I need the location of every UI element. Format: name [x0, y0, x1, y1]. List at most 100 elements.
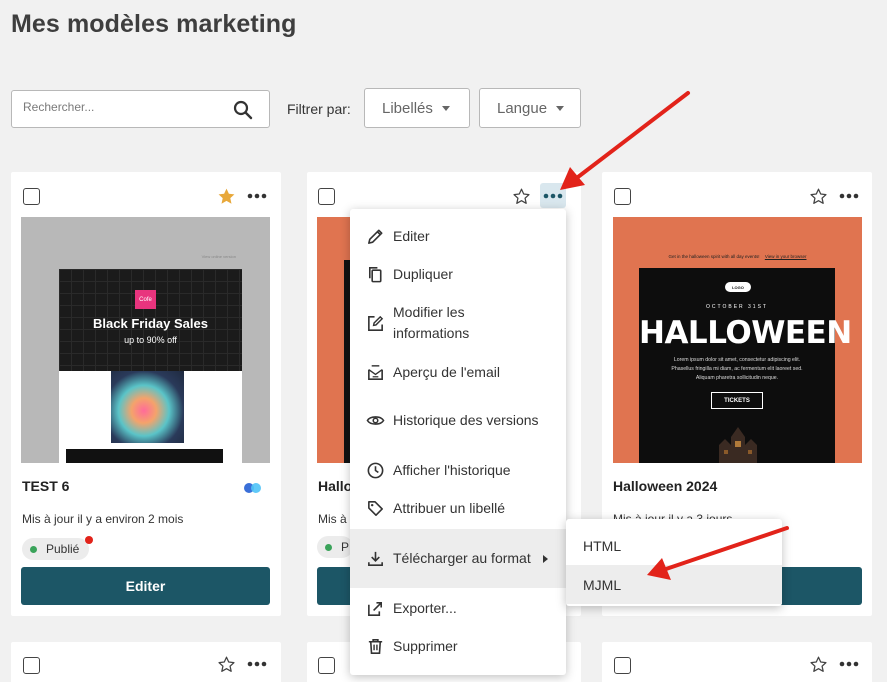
menu-item-supprimer[interactable]: Supprimer	[350, 627, 566, 665]
card-updated: Mis à	[318, 512, 347, 526]
card-updated: Mis à jour il y a environ 2 mois	[22, 512, 184, 526]
notification-dot	[85, 536, 93, 544]
select-checkbox[interactable]	[318, 188, 335, 205]
template-card[interactable]	[602, 642, 872, 682]
export-icon	[368, 601, 383, 616]
menu-item-exporter[interactable]: Exporter...	[350, 589, 566, 627]
menu-item-telecharger[interactable]: Télécharger au format	[350, 529, 566, 588]
menu-item-dupliquer[interactable]: Dupliquer	[350, 255, 566, 293]
select-checkbox[interactable]	[318, 657, 335, 674]
select-checkbox[interactable]	[614, 657, 631, 674]
template-thumbnail[interactable]: Get in the halloween spirit with all day…	[613, 217, 862, 463]
thumb-top-note: Get in the halloween spirit with all day…	[613, 254, 862, 259]
thumb-headline: HALLOWEEN	[639, 315, 852, 351]
search-input[interactable]	[23, 100, 223, 114]
thumb-date: OCTOBER 31ST	[706, 304, 768, 310]
thumb-top-link: View in your browser	[764, 254, 807, 259]
haunted-house-icon	[719, 427, 757, 463]
more-options-icon[interactable]	[839, 193, 859, 199]
status-dot	[325, 543, 332, 551]
trash-icon	[368, 638, 383, 654]
template-card[interactable]	[11, 642, 281, 682]
star-outline-icon[interactable]	[809, 187, 828, 206]
status-dot	[30, 545, 37, 553]
menu-item-label: Modifier les informations	[393, 304, 470, 341]
edit-button[interactable]: Editer	[21, 567, 270, 605]
menu-item-label: Dupliquer	[393, 265, 453, 282]
email-preview-icon	[368, 364, 383, 380]
star-filled-icon[interactable]	[217, 187, 236, 206]
menu-item-attribuer-libelle[interactable]: Attribuer un libellé	[350, 489, 566, 527]
edit-square-icon	[368, 315, 384, 331]
more-options-button[interactable]	[540, 183, 566, 208]
thumb-headline: Black Friday Sales	[93, 316, 208, 331]
more-options-icon[interactable]	[247, 193, 267, 199]
card-title: Hallo	[318, 478, 353, 494]
clock-icon	[367, 462, 384, 478]
tag-icon	[368, 500, 383, 516]
menu-item-label: Exporter...	[393, 599, 457, 616]
star-outline-icon[interactable]	[217, 655, 236, 674]
menu-item-label: Editer	[393, 227, 430, 244]
star-outline-icon[interactable]	[512, 187, 531, 206]
thumb-subline: up to 90% off	[124, 335, 177, 345]
more-options-icon[interactable]	[839, 661, 859, 667]
menu-item-historique-versions[interactable]: Historique des versions	[350, 391, 566, 450]
thumb-product-area	[59, 371, 242, 463]
thumb-logo: Cofe	[135, 290, 156, 309]
menu-item-editer[interactable]: Editer	[350, 217, 566, 255]
search-box[interactable]	[11, 90, 270, 128]
star-outline-icon[interactable]	[809, 655, 828, 674]
thumb-dark-band	[66, 449, 223, 463]
more-options-icon[interactable]	[247, 661, 267, 667]
more-options-icon	[543, 193, 563, 199]
thumb-cta: TICKETS	[711, 392, 763, 409]
select-checkbox[interactable]	[23, 657, 40, 674]
menu-item-label: Supprimer	[393, 637, 458, 654]
labels-dropdown-label: Libellés	[382, 99, 433, 117]
menu-item-modifier-informations[interactable]: Modifier les informations	[350, 294, 566, 352]
thumb-product-image	[111, 371, 184, 443]
menu-item-label: Aperçu de l'email	[393, 363, 500, 380]
status-label: P	[341, 540, 350, 554]
copy-icon	[368, 266, 382, 282]
menu-item-label: Attribuer un libellé	[393, 499, 506, 516]
select-checkbox[interactable]	[614, 188, 631, 205]
select-checkbox[interactable]	[23, 188, 40, 205]
thumb-hero: LOGO OCTOBER 31ST HALLOWEEN Lorem ipsum …	[639, 268, 852, 463]
template-card[interactable]: View online version Cofe Black Friday Sa…	[11, 172, 281, 616]
context-menu: Editer Dupliquer Modifier les informatio…	[350, 209, 566, 675]
thumb-logo: LOGO	[725, 282, 751, 292]
thumb-body-1: Lorem ipsum dolor sit amet, consectetur …	[673, 357, 801, 363]
status-badge: P	[317, 536, 354, 558]
card-title: Halloween 2024	[613, 478, 718, 494]
template-thumbnail[interactable]: View online version Cofe Black Friday Sa…	[21, 217, 270, 463]
status-badge: Publié	[22, 538, 90, 560]
labels-dropdown[interactable]: Libellés	[364, 88, 470, 128]
language-dropdown-label: Langue	[497, 99, 548, 117]
chevron-down-icon	[556, 105, 565, 111]
download-submenu: HTML MJML	[566, 519, 782, 606]
eye-icon	[366, 416, 385, 425]
thumb-header-note: View online version	[201, 254, 236, 259]
filter-label: Filtrer par:	[287, 101, 351, 117]
download-icon	[368, 551, 383, 566]
thumb-body-2: Phasellus fringilla mi diam, ac fermentu…	[671, 366, 803, 372]
menu-item-afficher-historique[interactable]: Afficher l'historique	[350, 451, 566, 489]
menu-item-apercu-email[interactable]: Aperçu de l'email	[350, 353, 566, 391]
chevron-right-icon	[543, 554, 548, 563]
thumb-top-note-text: Get in the halloween spirit with all day…	[668, 254, 760, 259]
share-circles-icon	[244, 483, 261, 493]
language-dropdown[interactable]: Langue	[479, 88, 581, 128]
menu-item-label: Télécharger au format	[393, 550, 531, 566]
submenu-item-html[interactable]: HTML	[566, 527, 782, 565]
pencil-icon	[368, 229, 383, 244]
search-icon[interactable]	[233, 100, 253, 120]
card-title: TEST 6	[22, 478, 70, 494]
menu-item-label: Historique des versions	[393, 412, 539, 428]
thumb-body-3: Aliquam pharetra sollicitudin neque.	[695, 375, 779, 381]
page-title: Mes modèles marketing	[11, 10, 297, 38]
chevron-down-icon	[441, 105, 450, 111]
status-label: Publié	[46, 542, 80, 556]
submenu-item-mjml[interactable]: MJML	[566, 565, 782, 604]
